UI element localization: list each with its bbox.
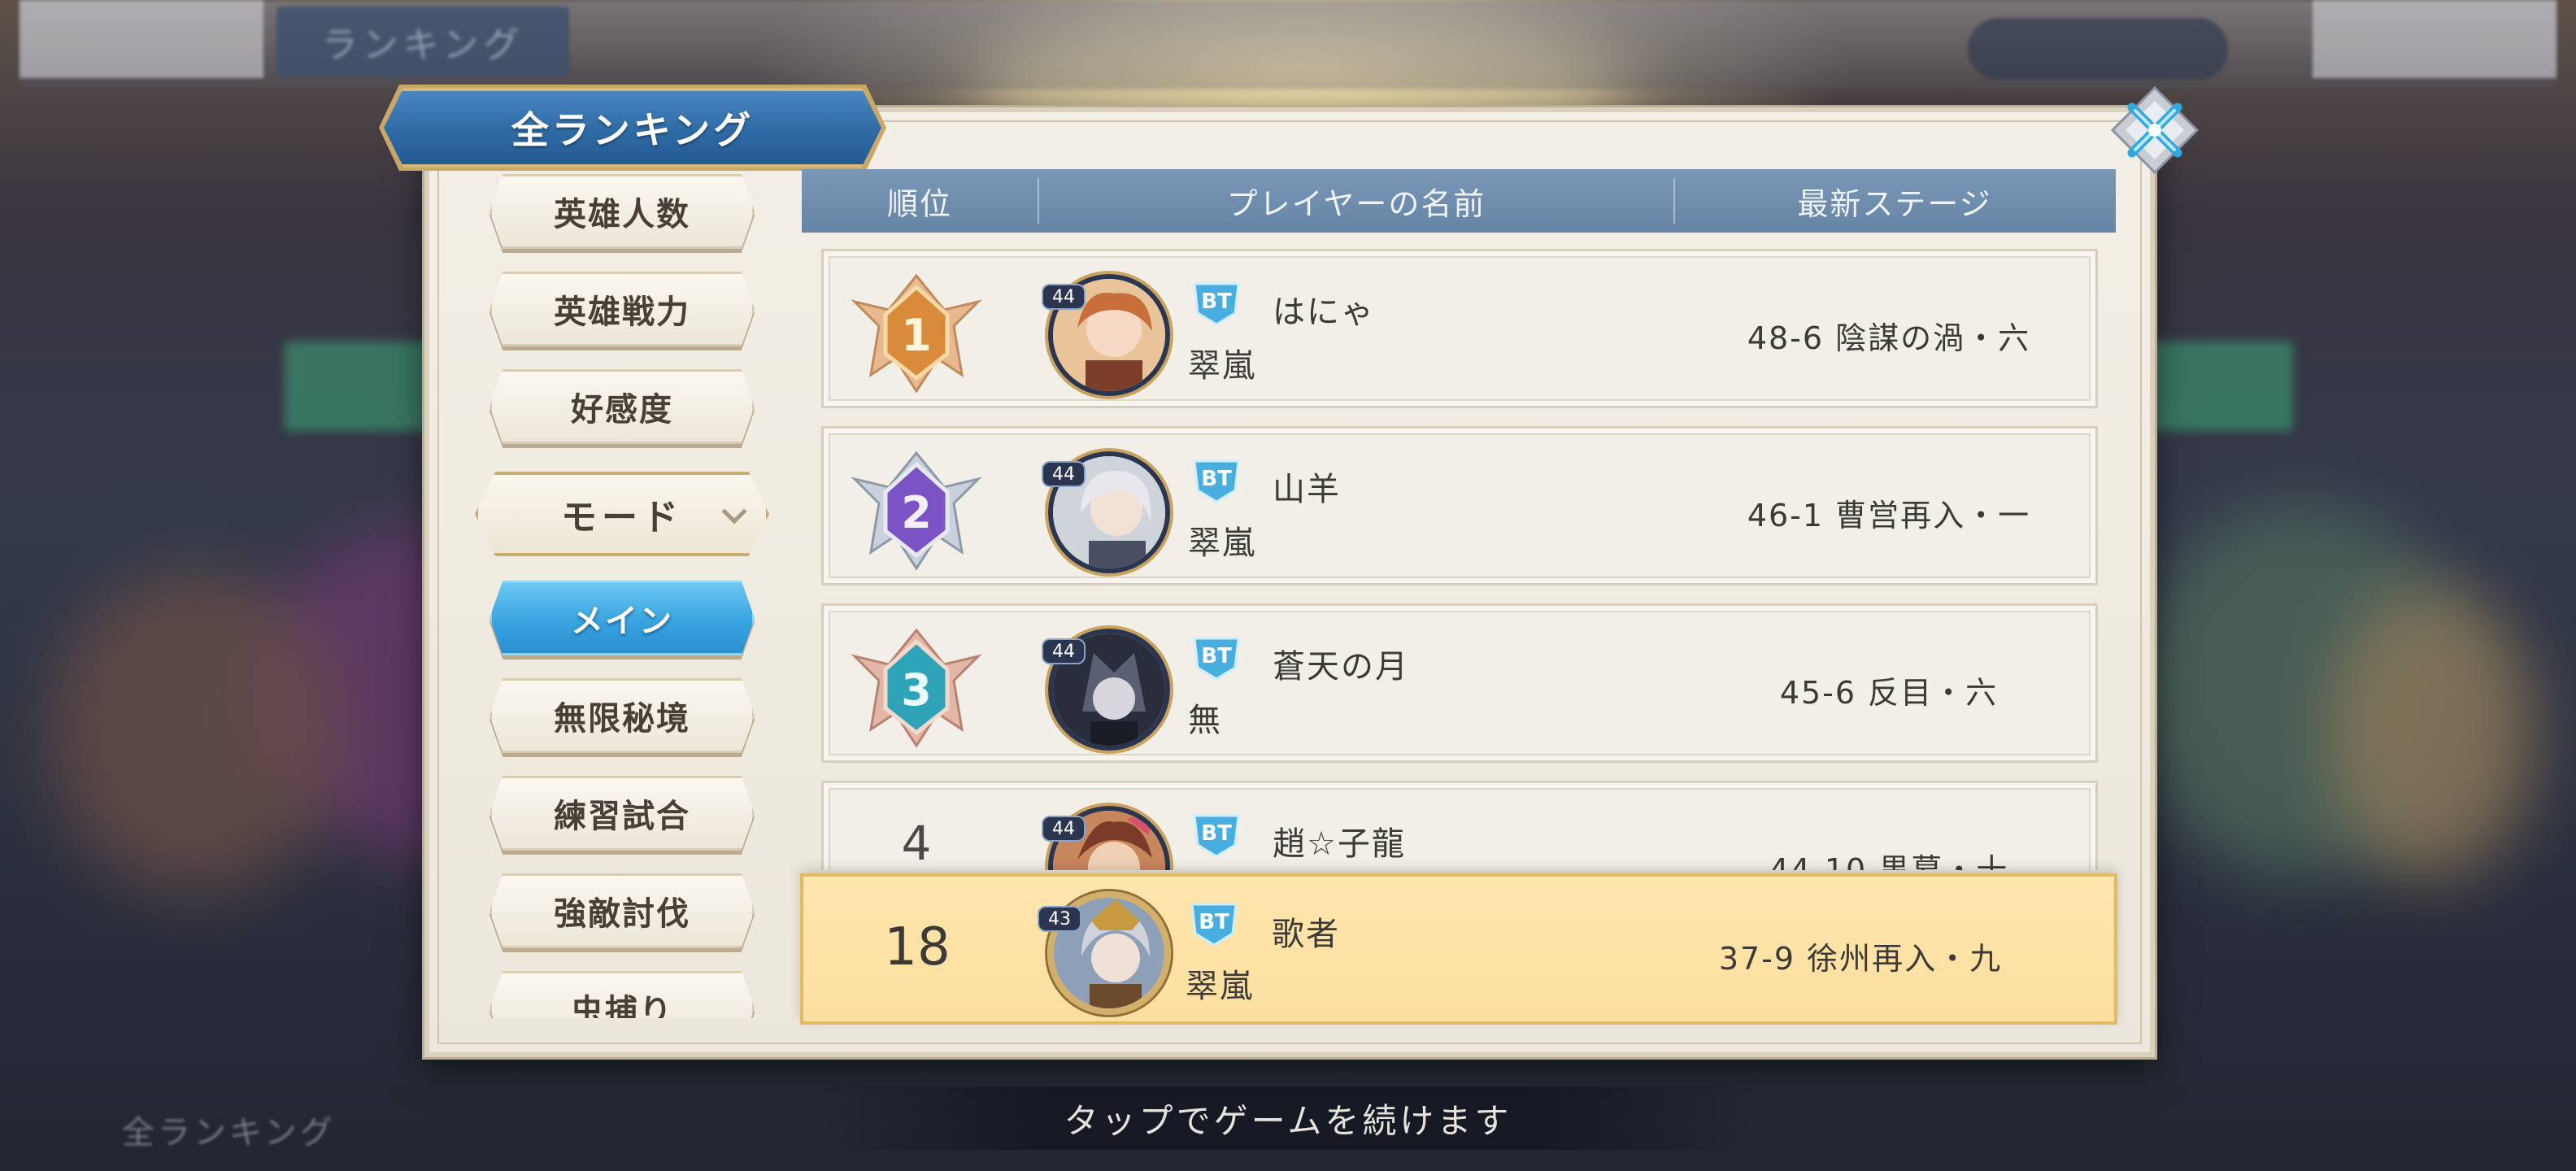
header-player-name: プレイヤーの名前 — [1226, 185, 1486, 222]
ranking-list[interactable]: 1 44 BT はにゃ 翠嵐 48-6 陰謀の渦・六 2 44 BT 山羊 翠嵐… — [802, 236, 2116, 870]
bt-guild-icon: BT — [1193, 459, 1240, 503]
chevron-down-icon — [721, 498, 747, 525]
menu-item-hero-power[interactable]: 英雄戦力 — [490, 272, 755, 346]
svg-text:BT: BT — [1199, 910, 1229, 934]
bt-guild-icon: BT — [1190, 903, 1238, 947]
menu-item-hero-count[interactable]: 英雄人数 — [490, 174, 755, 249]
rank-bronze-medal-icon: 3 — [851, 628, 982, 747]
menu-item-main[interactable]: メイン — [490, 581, 755, 655]
latest-stage: 48-6 陰謀の渦・六 — [1747, 320, 2031, 356]
guild-name: 無 — [1188, 702, 1222, 739]
svg-text:BT: BT — [1201, 467, 1232, 491]
my-ranking-row[interactable]: 18 43 BT 歌者 翠嵐 37-9 徐州再入・九 — [800, 873, 2117, 1025]
level-tag: 44 — [1042, 816, 1086, 842]
svg-text:BT: BT — [1201, 644, 1232, 668]
rank-silver-medal-icon: 2 — [851, 451, 982, 570]
menu-item-practice-match[interactable]: 練習試合 — [490, 776, 755, 851]
svg-text:1: 1 — [901, 310, 932, 361]
svg-text:3: 3 — [901, 664, 932, 716]
background-screen-title: ランキング — [276, 7, 569, 76]
background-currency — [1968, 18, 2228, 80]
guild-name: 翠嵐 — [1188, 525, 1256, 562]
mode-dropdown-label: モード — [561, 497, 683, 538]
ranking-row[interactable]: 1 44 BT はにゃ 翠嵐 48-6 陰謀の渦・六 — [821, 249, 2098, 408]
my-rank-number: 18 — [884, 917, 951, 977]
latest-stage: 46-1 曹営再入・一 — [1747, 498, 2031, 533]
close-icon — [2110, 85, 2200, 175]
background-ranking-label: 全ランキング — [122, 1114, 336, 1151]
player-name: はにゃ — [1273, 294, 1375, 331]
latest-stage: 45-6 反目・六 — [1779, 675, 1999, 711]
bt-guild-icon: BT — [1193, 282, 1240, 326]
ranking-row[interactable]: 3 44 BT 蒼天の月 無 45-6 反目・六 — [821, 603, 2098, 763]
bt-guild-icon: BT — [1193, 814, 1240, 858]
level-tag: 44 — [1042, 461, 1086, 487]
player-name: 蒼天の月 — [1273, 648, 1409, 686]
my-latest-stage: 37-9 徐州再入・九 — [1718, 941, 2003, 977]
ranking-row[interactable]: 2 44 BT 山羊 翠嵐 46-1 曹営再入・一 — [821, 426, 2098, 586]
bt-guild-icon: BT — [1193, 637, 1240, 681]
menu-item-affection[interactable]: 好感度 — [490, 369, 755, 444]
guild-name: 翠嵐 — [1188, 347, 1256, 385]
header-latest-stage: 最新ステージ — [1797, 185, 1992, 222]
player-name: 山羊 — [1273, 471, 1341, 508]
rank-gold-medal-icon: 1 — [851, 273, 982, 393]
latest-stage: 44-10 黒幕・十 — [1769, 852, 2009, 870]
level-tag: 44 — [1042, 284, 1086, 310]
menu-item-infinite-realm[interactable]: 無限秘境 — [490, 678, 755, 753]
ranking-row[interactable]: 4 44 BT 趙☆子龍 44-10 黒幕・十 — [821, 781, 2098, 870]
my-guild-name: 翠嵐 — [1186, 968, 1254, 1005]
background-corner-button — [2313, 0, 2556, 78]
svg-text:2: 2 — [901, 487, 932, 538]
mode-dropdown[interactable]: モード — [475, 472, 769, 556]
svg-text:BT: BT — [1201, 821, 1232, 846]
svg-text:BT: BT — [1201, 289, 1232, 314]
ranking-table-header: 順位 プレイヤーの名前 最新ステージ — [802, 169, 2116, 233]
header-rank: 順位 — [886, 185, 952, 222]
background-back-button — [20, 0, 263, 78]
tap-to-continue-hint[interactable]: タップでゲームを続けます — [813, 1086, 1763, 1150]
player-name: 趙☆子龍 — [1273, 825, 1406, 863]
close-button[interactable] — [2108, 83, 2202, 177]
menu-item-strong-enemy[interactable]: 強敵討伐 — [490, 873, 755, 948]
my-player-name: 歌者 — [1272, 916, 1340, 953]
panel-title: 全ランキング — [384, 88, 881, 168]
menu-item-bug-catching[interactable]: 虫捕り — [490, 971, 755, 1018]
level-tag: 43 — [1038, 906, 1081, 932]
rank-number: 4 — [901, 816, 932, 870]
level-tag: 44 — [1042, 638, 1086, 664]
category-menu: 英雄人数 英雄戦力 好感度 モード メイン 無限秘境 練習試合 強敵討伐 虫捕り — [433, 163, 805, 1018]
